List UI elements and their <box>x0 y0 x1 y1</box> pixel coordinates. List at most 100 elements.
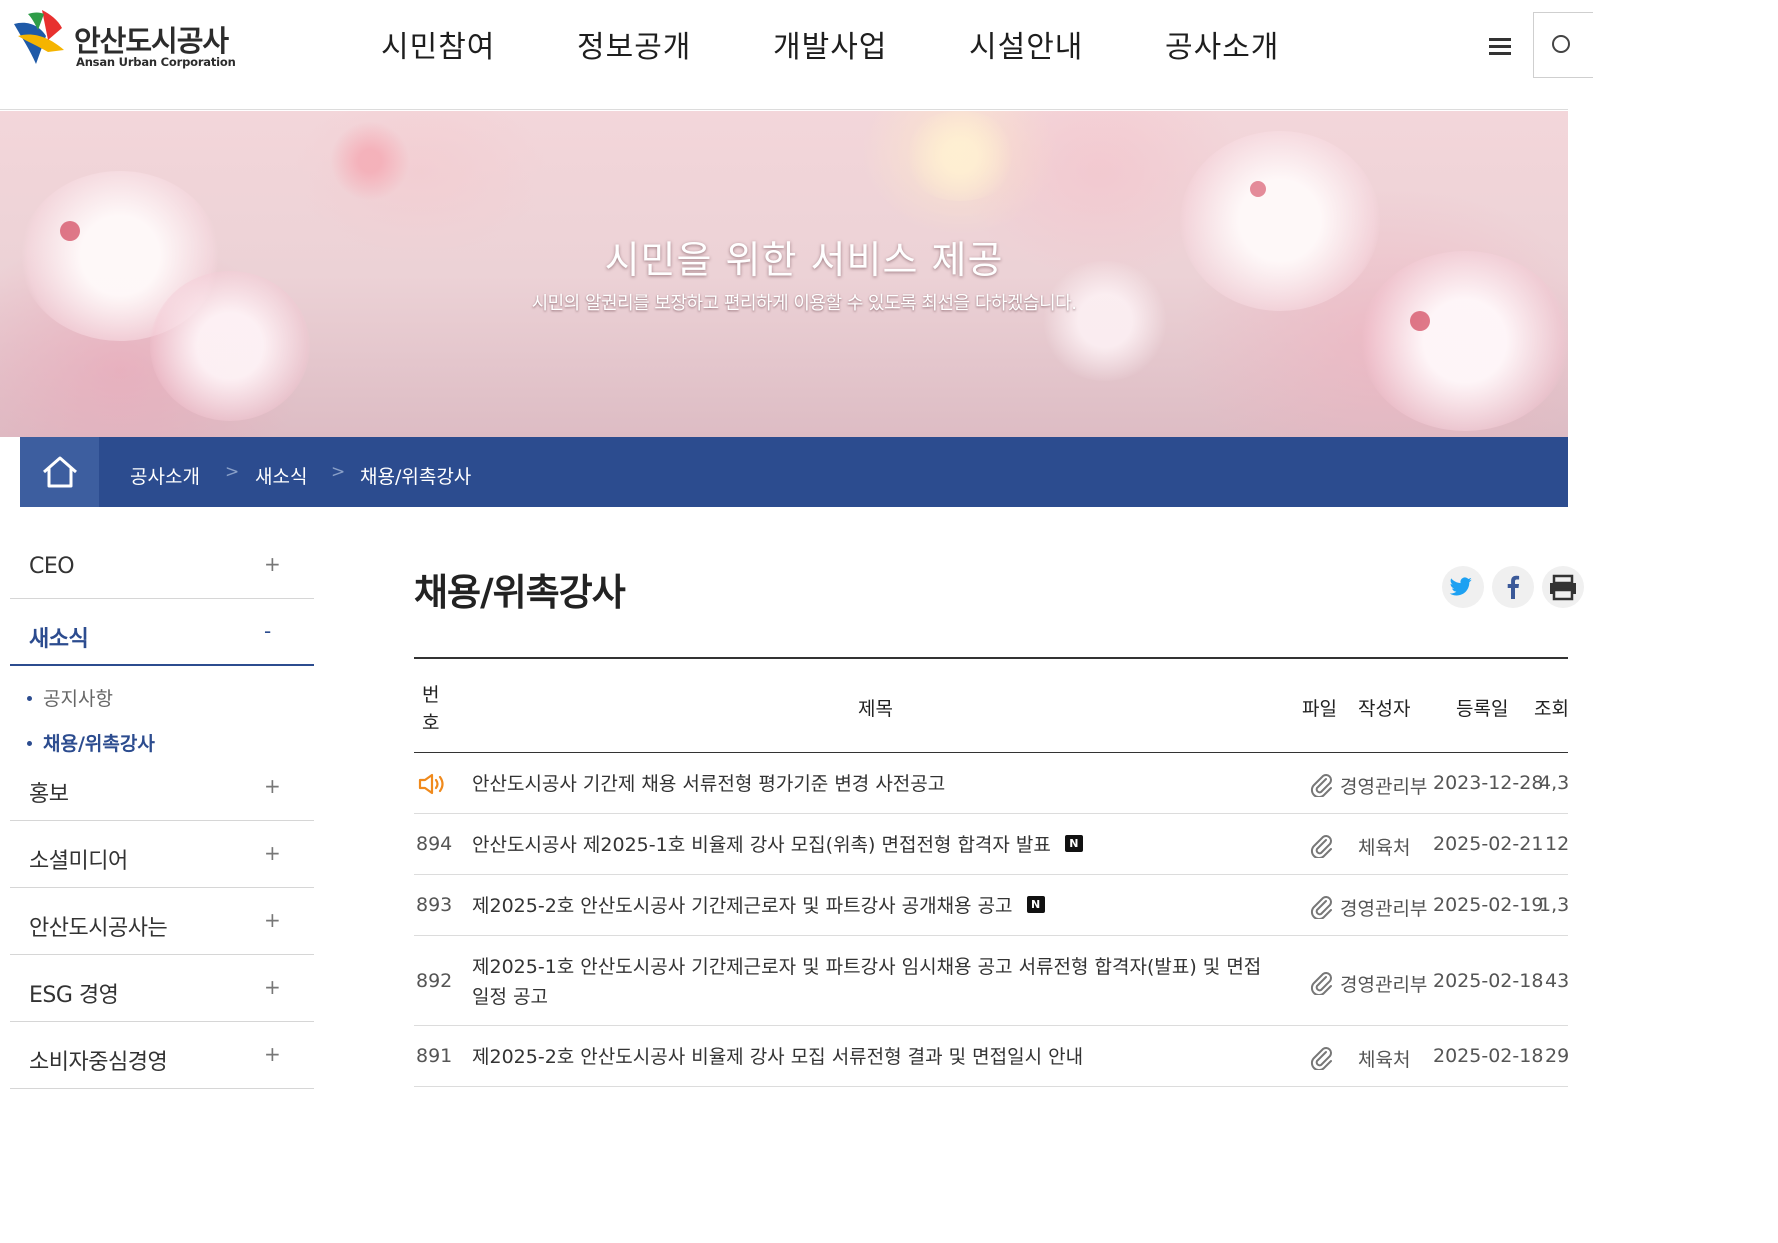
post-number: 893 <box>416 894 453 916</box>
site-logo[interactable]: 안산도시공사 Ansan Urban Corporation <box>8 6 238 72</box>
site-header: 안산도시공사 Ansan Urban Corporation 시민참여 정보공개… <box>0 0 1593 110</box>
home-icon <box>43 456 77 488</box>
sidebar-item-ceo[interactable]: CEO + <box>10 532 314 599</box>
sidebar-subitem-label: 공지사항 <box>43 688 113 710</box>
post-views: 29 <box>1545 1045 1570 1067</box>
expand-icon: + <box>264 774 281 798</box>
post-author: 체육처 <box>1358 1049 1411 1071</box>
attachment-icon[interactable] <box>1310 971 1334 995</box>
twitter-icon <box>1449 577 1472 596</box>
post-author: 체육처 <box>1358 837 1411 859</box>
twitter-share-button[interactable] <box>1442 566 1484 608</box>
post-views: 43 <box>1545 970 1570 992</box>
side-menu: CEO + 새소식 - 공지사항 채용/위촉강사 홍보 + 소셜미디어 + 안산… <box>10 532 314 1089</box>
expand-icon: + <box>264 552 281 576</box>
logo-mark-icon <box>14 10 64 64</box>
sidebar-subitem-notice[interactable]: 공지사항 <box>10 684 314 729</box>
sidebar-item-pr[interactable]: 홍보 + <box>10 754 314 821</box>
search-icon <box>1552 35 1570 53</box>
post-title-link[interactable]: 제2025-2호 안산도시공사 기간제근로자 및 파트강사 공개채용 공고 <box>472 895 1013 917</box>
nav-item-about[interactable]: 공사소개 <box>1165 22 1279 66</box>
new-badge: N <box>1064 835 1083 852</box>
post-date: 2025-02-19 <box>1433 894 1544 916</box>
post-title[interactable]: 안산도시공사 제2025-1호 비율제 강사 모집(위촉) 면접전형 합격자 발… <box>472 830 1083 860</box>
logo-text: 안산도시공사 <box>74 24 229 58</box>
post-title-link[interactable]: 제2025-1호 안산도시공사 기간제근로자 및 파트강사 임시채용 공고 서류… <box>472 952 1272 1012</box>
attachment-icon[interactable] <box>1310 1046 1334 1070</box>
hero-banner: 시민을 위한 서비스 제공 시민의 알권리를 보장하고 편리하게 이용할 수 있… <box>0 111 1568 437</box>
sidebar-item-label: CEO <box>29 554 75 579</box>
post-views: 4,3 <box>1539 772 1570 794</box>
sidebar-item-label: 안산도시공사는 <box>29 916 168 941</box>
table-row[interactable]: 894 안산도시공사 제2025-1호 비율제 강사 모집(위촉) 면접전형 합… <box>414 814 1570 875</box>
attachment-icon[interactable] <box>1310 834 1334 858</box>
post-title-link[interactable]: 제2025-2호 안산도시공사 비율제 강사 모집 서류전형 결과 및 면접일시… <box>472 1042 1083 1072</box>
sidebar-item-social[interactable]: 소셜미디어 + <box>10 821 314 888</box>
sidebar-item-news[interactable]: 새소식 - <box>10 599 314 666</box>
home-button[interactable] <box>20 437 99 507</box>
post-date: 2025-02-18 <box>1433 970 1544 992</box>
banner-title: 시민을 위한 서비스 제공 <box>604 238 1004 282</box>
expand-icon: + <box>264 1042 281 1066</box>
table-row[interactable]: 891 제2025-2호 안산도시공사 비율제 강사 모집 서류전형 결과 및 … <box>414 1026 1570 1087</box>
bullet-icon <box>27 741 32 746</box>
post-views: 12 <box>1545 833 1570 855</box>
expand-icon: + <box>264 908 281 932</box>
print-button[interactable] <box>1542 566 1584 608</box>
post-title-link[interactable]: 안산도시공사 기간제 채용 서류전형 평가기준 변경 사전공고 <box>472 769 945 799</box>
post-date: 2023-12-28 <box>1433 772 1544 794</box>
banner-subtitle: 시민의 알권리를 보장하고 편리하게 이용할 수 있도록 최선을 다하겠습니다. <box>531 293 1077 314</box>
sidebar-item-label: ESG 경영 <box>29 983 119 1008</box>
column-header-title: 제목 <box>858 698 893 720</box>
search-button[interactable] <box>1533 12 1593 78</box>
table-header: 번호 제목 파일 작성자 등록일 조회 <box>414 659 1569 753</box>
column-header-number: 번호 <box>422 684 440 734</box>
breadcrumb-separator: > <box>225 462 240 482</box>
print-icon <box>1550 574 1576 601</box>
facebook-icon <box>1507 575 1520 599</box>
breadcrumb-item-recruit[interactable]: 채용/위촉강사 <box>360 462 471 489</box>
sidebar-submenu: 공지사항 채용/위촉강사 <box>10 666 314 755</box>
attachment-icon[interactable] <box>1310 773 1334 797</box>
nav-item-development[interactable]: 개발사업 <box>773 22 887 66</box>
new-badge: N <box>1026 896 1045 913</box>
column-header-file: 파일 <box>1302 698 1337 720</box>
expand-icon: + <box>264 841 281 865</box>
post-author: 경영관리부 <box>1340 898 1428 920</box>
attachment-icon[interactable] <box>1310 895 1334 919</box>
table-row[interactable]: 893 제2025-2호 안산도시공사 기간제근로자 및 파트강사 공개채용 공… <box>414 875 1570 936</box>
nav-item-info[interactable]: 정보공개 <box>577 22 691 66</box>
menu-icon[interactable] <box>1489 36 1513 56</box>
board-table: 번호 제목 파일 작성자 등록일 조회 안산도시공사 기간제 채용 서류전형 평… <box>414 657 1570 1087</box>
post-views: 1,3 <box>1539 894 1570 916</box>
nav-item-citizen[interactable]: 시민참여 <box>381 22 495 66</box>
nav-item-facilities[interactable]: 시설안내 <box>969 22 1083 66</box>
sidebar-item-company[interactable]: 안산도시공사는 + <box>10 888 314 955</box>
sidebar-item-ccm[interactable]: 소비자중심경영 + <box>10 1022 314 1089</box>
breadcrumb-item-about[interactable]: 공사소개 <box>130 462 200 489</box>
sidebar-item-label: 홍보 <box>29 782 69 807</box>
table-row[interactable]: 안산도시공사 기간제 채용 서류전형 평가기준 변경 사전공고 경영관리부 20… <box>414 753 1570 814</box>
facebook-share-button[interactable] <box>1492 566 1534 608</box>
page-title: 채용/위촉강사 <box>414 571 626 614</box>
collapse-icon: - <box>264 619 272 643</box>
breadcrumb-separator: > <box>331 462 346 482</box>
post-date: 2025-02-21 <box>1433 833 1544 855</box>
bullet-icon <box>27 696 32 701</box>
sidebar-item-label: 새소식 <box>29 627 89 652</box>
post-number: 894 <box>416 833 453 855</box>
breadcrumb-item-news[interactable]: 새소식 <box>255 462 307 489</box>
post-author: 경영관리부 <box>1340 776 1428 798</box>
table-row[interactable]: 892 제2025-1호 안산도시공사 기간제근로자 및 파트강사 임시채용 공… <box>414 936 1570 1026</box>
sidebar-item-label: 소셜미디어 <box>29 849 128 874</box>
post-number: 892 <box>416 970 453 992</box>
expand-icon: + <box>264 975 281 999</box>
column-header-date: 등록일 <box>1456 698 1509 720</box>
column-header-views: 조회 <box>1534 698 1569 720</box>
sidebar-item-label: 소비자중심경영 <box>29 1050 168 1075</box>
sidebar-item-esg[interactable]: ESG 경영 + <box>10 955 314 1022</box>
notice-speaker-icon <box>418 773 444 795</box>
column-header-author: 작성자 <box>1358 698 1411 720</box>
post-title[interactable]: 제2025-2호 안산도시공사 기간제근로자 및 파트강사 공개채용 공고 N <box>472 891 1045 921</box>
post-title-link[interactable]: 안산도시공사 제2025-1호 비율제 강사 모집(위촉) 면접전형 합격자 발… <box>472 834 1051 856</box>
